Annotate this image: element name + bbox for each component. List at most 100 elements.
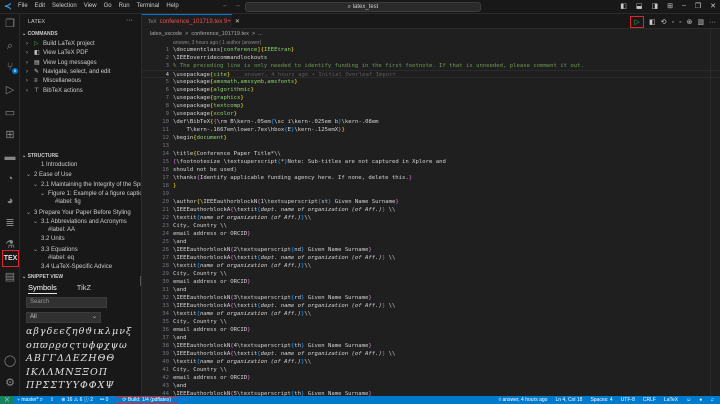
maximize-button[interactable]: ❐ — [695, 2, 701, 10]
code-line[interactable]: 7\usepackage{graphicx} — [142, 94, 720, 102]
code-line[interactable]: 25\and — [142, 238, 720, 246]
code-line[interactable]: 17\thanks{Identify applicable funding ag… — [142, 174, 720, 182]
symbol-row[interactable]: αβγδεϵζηθϑικλμνξ — [26, 326, 132, 337]
code-line[interactable]: 3% The preceding line is only needed to … — [142, 62, 720, 70]
code-line[interactable]: 43\and — [142, 382, 720, 390]
language-mode[interactable]: LaTeX — [664, 396, 678, 404]
code-line[interactable]: 8\usepackage{textcomp} — [142, 102, 720, 110]
tab-tikz[interactable]: TikZ — [77, 283, 91, 294]
command-center-search[interactable]: ⌕ latex_test — [245, 2, 481, 12]
command-item[interactable]: ›⊤BibTeX actions — [26, 87, 83, 94]
code-line[interactable]: 6\usepackage{algorithmic} — [142, 86, 720, 94]
structure-item[interactable]: #label: fig — [47, 199, 81, 205]
code-line[interactable]: 24email address or ORCID} — [142, 230, 720, 238]
snippet-search-input[interactable]: Search — [26, 297, 107, 308]
code-line[interactable]: 31\and — [142, 286, 720, 294]
menu-terminal[interactable]: Terminal — [137, 3, 160, 9]
blame-status[interactable]: ◊ answer, 4 hours ago — [499, 396, 548, 404]
git-compare-icon[interactable]: ⟲ — [661, 18, 667, 26]
encoding[interactable]: UTF-8 — [621, 396, 635, 404]
code-line[interactable]: 10\def\BibTeX{{\rm B\kern-.05em{\sc i\ke… — [142, 118, 720, 126]
close-button[interactable]: ✕ — [710, 2, 716, 10]
code-line[interactable]: 14\title{Conference Paper Title*\\ — [142, 150, 720, 158]
feedback-icon[interactable]: ● — [699, 396, 702, 404]
more-actions-icon[interactable]: ··· — [126, 17, 133, 24]
code-line[interactable]: 37\and — [142, 334, 720, 342]
code-line[interactable]: 4\usepackage{cite}answer, 4 hours ago • … — [142, 70, 720, 78]
structure-item[interactable]: ⌄3.1 Abbreviations and Acronyms — [33, 218, 127, 225]
structure-item[interactable]: ⌄3.3 Equations — [33, 246, 78, 253]
code-line[interactable]: 23City, Country \\ — [142, 222, 720, 230]
code-line[interactable]: 39\IEEEauthorblockA{\textit{dept. name o… — [142, 350, 720, 358]
code-line[interactable]: 40\textit{name of organization (of Aff.)… — [142, 358, 720, 366]
code-line[interactable]: 29City, Country \\ — [142, 270, 720, 278]
code-line[interactable]: 15{\footnotesize \textsuperscript{*}Note… — [142, 158, 720, 166]
code-line[interactable]: 34\textit{name of organization (of Aff.)… — [142, 310, 720, 318]
code-line[interactable]: 36email address or ORCID} — [142, 326, 720, 334]
structure-item[interactable]: ⌄2.1 Maintaining the Integrity of the Sp… — [33, 181, 142, 188]
split-editor-icon[interactable]: ▥ — [697, 18, 704, 26]
structure-item[interactable]: 3.4 \LaTeX-Specific Advice — [33, 264, 112, 270]
remote-indicator-icon[interactable]: ⟩⟨ — [0, 396, 14, 404]
tab-conference-tex[interactable]: TeXconference_101719.tex 9+✕ — [142, 14, 232, 29]
build-run-button[interactable]: ▷ — [630, 16, 644, 28]
snippet-filter-select[interactable]: All⌄ — [26, 312, 101, 323]
structure-item[interactable]: #label: AA — [40, 227, 75, 233]
extensions-icon[interactable]: ⊞ — [3, 128, 17, 142]
explorer-icon[interactable]: ❐ — [3, 17, 17, 31]
code-line[interactable]: 32\IEEEauthorblockN{3\textsuperscript{rd… — [142, 294, 720, 302]
build-status[interactable]: ⟳ Build: 1/4 (pdflatex) — [115, 396, 178, 404]
editor-scrollbar[interactable] — [710, 29, 720, 396]
structure-item[interactable]: 3.2 Units — [33, 236, 65, 242]
breadcrumb-item[interactable]: ... — [258, 31, 263, 37]
todo-icon[interactable]: ≣ — [3, 216, 17, 230]
command-item[interactable]: ›▷Build LaTeX project — [26, 40, 95, 47]
toggle-sidebar-icon[interactable]: ◧ — [620, 2, 627, 10]
toggle-secondary-sidebar-icon[interactable]: ◨ — [651, 2, 658, 10]
timeline-icon[interactable]: ◔ — [3, 172, 17, 186]
menu-edit[interactable]: Edit — [35, 3, 45, 9]
view-pdf-icon[interactable]: ◧ — [649, 18, 656, 26]
menu-view[interactable]: View — [84, 3, 97, 9]
structure-section-header[interactable]: ⌄ STRUCTURE — [22, 153, 58, 159]
code-line[interactable]: 9\usepackage{xcolor} — [142, 110, 720, 118]
tex-icon[interactable]: TEX — [2, 250, 19, 267]
menu-run[interactable]: Run — [119, 3, 130, 9]
search-icon[interactable]: ⌕ — [3, 39, 17, 53]
code-line[interactable]: 41City, Country \\ — [142, 366, 720, 374]
remote-explorer-icon[interactable]: ▭ — [3, 106, 17, 120]
command-item[interactable]: ›✎Navigate, select, and edit — [26, 68, 110, 75]
publish-icon[interactable]: ⇪ — [50, 396, 54, 404]
previous-change-icon[interactable]: ◦ — [672, 19, 674, 26]
symbol-row[interactable]: ΑΒΓΓΔΔΕΖΗΘΘ — [26, 353, 115, 364]
ports-status[interactable]: ⚯ 0 — [100, 396, 108, 404]
breadcrumb-item[interactable]: latex_vscode — [150, 31, 182, 37]
code-line[interactable]: 19 — [142, 190, 720, 198]
menu-help[interactable]: Help — [166, 3, 178, 9]
code-line[interactable]: 18} — [142, 182, 720, 190]
minimize-button[interactable]: – — [682, 2, 686, 10]
tab-symbols[interactable]: Symbols — [28, 283, 57, 294]
symbol-row[interactable]: οπϖρϱσςτυϕφχψω — [26, 340, 128, 351]
more-actions-icon[interactable]: ··· — [709, 19, 716, 26]
run-debug-icon[interactable]: ▷ — [3, 83, 17, 97]
code-line[interactable]: 5\usepackage{amsmath,amssymb,amsfonts} — [142, 78, 720, 86]
code-line[interactable]: 2\IEEEoverridecommandlockouts — [142, 54, 720, 62]
code-line[interactable]: 11 T\kern-.1667em\lower.7ex\hbox{E}\kern… — [142, 126, 720, 134]
settings-gear-icon[interactable]: ⚙ — [3, 376, 17, 390]
folder-icon[interactable]: ▬ — [3, 150, 17, 164]
symbol-row[interactable]: ΠΡΣΣΤΥΥΦΦΧΨ — [26, 380, 115, 391]
code-line[interactable]: 27\IEEEauthorblockA{\textit{dept. name o… — [142, 254, 720, 262]
line-ending[interactable]: CRLF — [643, 396, 656, 404]
command-item[interactable]: ›▤View Log messages — [26, 59, 97, 66]
menu-selection[interactable]: Selection — [52, 3, 77, 9]
structure-item[interactable]: ⌄Figure 1: Example of a figure caption. — [40, 190, 142, 197]
nav-arrows[interactable]: ←→ — [222, 2, 246, 9]
close-tab-icon[interactable]: ✕ — [235, 19, 240, 25]
snippet-section-header[interactable]: ⌄ SNIPPET VIEW — [22, 274, 63, 280]
source-control-icon[interactable]: ⑂6 — [3, 60, 17, 74]
indentation[interactable]: Spaces: 4 — [590, 396, 612, 404]
chat-icon[interactable]: ▤ — [3, 270, 17, 284]
structure-item[interactable]: 1 Introduction — [33, 162, 77, 168]
command-item[interactable]: ›◧View LaTeX PDF — [26, 49, 88, 56]
